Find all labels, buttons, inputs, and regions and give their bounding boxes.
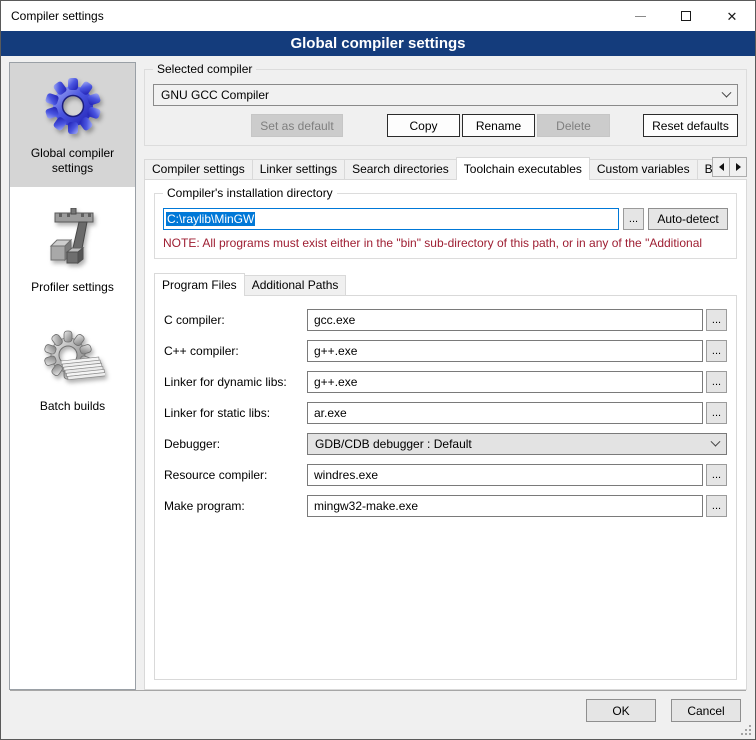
cpp-compiler-input[interactable] [307, 340, 703, 362]
compiler-buttons-row: Set as default Copy Rename Delete Reset … [153, 114, 738, 137]
dialog-footer: OK Cancel [1, 690, 755, 739]
selected-compiler-group: Selected compiler GNU GCC Compiler Set a… [144, 69, 747, 146]
toolchain-executables-page: Compiler's installation directory C:\ray… [144, 179, 747, 690]
sidebar-item-profiler-settings[interactable]: Profiler settings [10, 197, 135, 306]
gear-stack-icon [41, 327, 105, 391]
field-row-make-program: Make program: ... [164, 495, 727, 517]
c-compiler-input[interactable] [307, 309, 703, 331]
dynamic-linker-input[interactable] [307, 371, 703, 393]
debugger-dropdown[interactable]: GDB/CDB debugger : Default [307, 433, 727, 455]
tab-linker-settings[interactable]: Linker settings [252, 159, 345, 179]
main-content: Selected compiler GNU GCC Compiler Set a… [144, 62, 747, 690]
sidebar-item-label: Global compiler settings [13, 146, 132, 176]
tab-additional-paths[interactable]: Additional Paths [244, 275, 347, 295]
auto-detect-button[interactable]: Auto-detect [648, 208, 728, 230]
titlebar: Compiler settings ✕ [1, 1, 755, 31]
minimize-icon [635, 16, 646, 17]
resource-compiler-browse-button[interactable]: ... [706, 464, 727, 486]
selected-compiler-dropdown[interactable]: GNU GCC Compiler [153, 84, 738, 106]
resource-compiler-input[interactable] [307, 464, 703, 486]
field-label: Make program: [164, 499, 307, 513]
field-label: Linker for static libs: [164, 406, 307, 420]
close-icon: ✕ [727, 10, 738, 23]
ok-button[interactable]: OK [586, 699, 656, 722]
sidebar-item-global-compiler-settings[interactable]: Global compiler settings [10, 63, 135, 187]
sidebar-item-batch-builds[interactable]: Batch builds [10, 316, 135, 425]
field-row-c-compiler: C compiler: ... [164, 309, 727, 331]
make-program-input[interactable] [307, 495, 703, 517]
footer-buttons: OK Cancel [10, 691, 746, 722]
triangle-right-icon [736, 163, 741, 171]
tab-build-options-clipped[interactable]: Builc [697, 159, 712, 179]
tab-toolchain-executables[interactable]: Toolchain executables [456, 157, 590, 180]
window-controls: ✕ [617, 1, 755, 31]
page-title: Global compiler settings [1, 31, 755, 56]
field-label: Resource compiler: [164, 468, 307, 482]
chevron-down-icon [722, 87, 732, 97]
tab-compiler-settings[interactable]: Compiler settings [144, 159, 253, 179]
debugger-value: GDB/CDB debugger : Default [315, 437, 472, 451]
settings-tab-strip: Compiler settings Linker settings Search… [144, 156, 747, 179]
resize-grip[interactable] [741, 725, 752, 736]
make-program-browse-button[interactable]: ... [706, 495, 727, 517]
c-compiler-browse-button[interactable]: ... [706, 309, 727, 331]
field-row-debugger: Debugger: GDB/CDB debugger : Default [164, 433, 727, 455]
delete-button[interactable]: Delete [537, 114, 610, 137]
selected-compiler-value: GNU GCC Compiler [161, 88, 269, 102]
copy-button[interactable]: Copy [387, 114, 460, 137]
static-linker-browse-button[interactable]: ... [706, 402, 727, 424]
rename-button[interactable]: Rename [462, 114, 535, 137]
tab-scroll-left-button[interactable] [712, 157, 730, 177]
field-row-static-linker: Linker for static libs: ... [164, 402, 727, 424]
installation-directory-browse-button[interactable]: ... [623, 208, 644, 230]
field-row-resource-compiler: Resource compiler: ... [164, 464, 727, 486]
set-as-default-button[interactable]: Set as default [251, 114, 343, 137]
installation-directory-input[interactable]: C:\raylib\MinGW [163, 208, 619, 230]
gear-blue-icon [41, 74, 105, 138]
sidebar-item-label: Batch builds [40, 399, 105, 414]
tab-custom-variables[interactable]: Custom variables [589, 159, 698, 179]
settings-tab-control: Compiler settings Linker settings Search… [144, 156, 747, 690]
installation-directory-group: Compiler's installation directory C:\ray… [154, 193, 737, 259]
minimize-button[interactable] [617, 1, 663, 31]
dynamic-linker-browse-button[interactable]: ... [706, 371, 727, 393]
caliper-icon [41, 208, 105, 272]
selected-compiler-group-label: Selected compiler [153, 62, 256, 76]
tab-scroll-buttons [712, 157, 747, 177]
maximize-icon [681, 11, 691, 21]
field-label: C++ compiler: [164, 344, 307, 358]
reset-defaults-button[interactable]: Reset defaults [643, 114, 738, 137]
cancel-button[interactable]: Cancel [671, 699, 741, 722]
field-label: Linker for dynamic libs: [164, 375, 307, 389]
tab-search-directories[interactable]: Search directories [344, 159, 457, 179]
field-label: Debugger: [164, 437, 307, 451]
static-linker-input[interactable] [307, 402, 703, 424]
field-row-cpp-compiler: C++ compiler: ... [164, 340, 727, 362]
sidebar-item-label: Profiler settings [31, 280, 114, 295]
chevron-down-icon [711, 436, 721, 446]
installation-directory-group-label: Compiler's installation directory [163, 186, 337, 200]
cpp-compiler-browse-button[interactable]: ... [706, 340, 727, 362]
triangle-left-icon [719, 163, 724, 171]
installation-directory-note: NOTE: All programs must exist either in … [163, 236, 728, 250]
maximize-button[interactable] [663, 1, 709, 31]
installation-directory-row: C:\raylib\MinGW ... Auto-detect [163, 208, 728, 230]
settings-category-list: Global compiler settings [9, 62, 136, 690]
programs-tab-strip: Program Files Additional Paths [154, 272, 737, 295]
field-label: C compiler: [164, 313, 307, 327]
installation-directory-value: C:\raylib\MinGW [166, 212, 255, 226]
window-title: Compiler settings [11, 9, 104, 23]
tab-scroll-right-button[interactable] [729, 157, 747, 177]
field-row-dynamic-linker: Linker for dynamic libs: ... [164, 371, 727, 393]
tab-program-files[interactable]: Program Files [154, 273, 245, 296]
close-button[interactable]: ✕ [709, 1, 755, 31]
programs-tab-control: Program Files Additional Paths C compile… [154, 272, 737, 680]
dialog-body: Global compiler settings [1, 56, 755, 690]
compiler-settings-dialog: Compiler settings ✕ Global compiler sett… [0, 0, 756, 740]
program-files-page: C compiler: ... C++ compiler: ... Linker [154, 295, 737, 680]
